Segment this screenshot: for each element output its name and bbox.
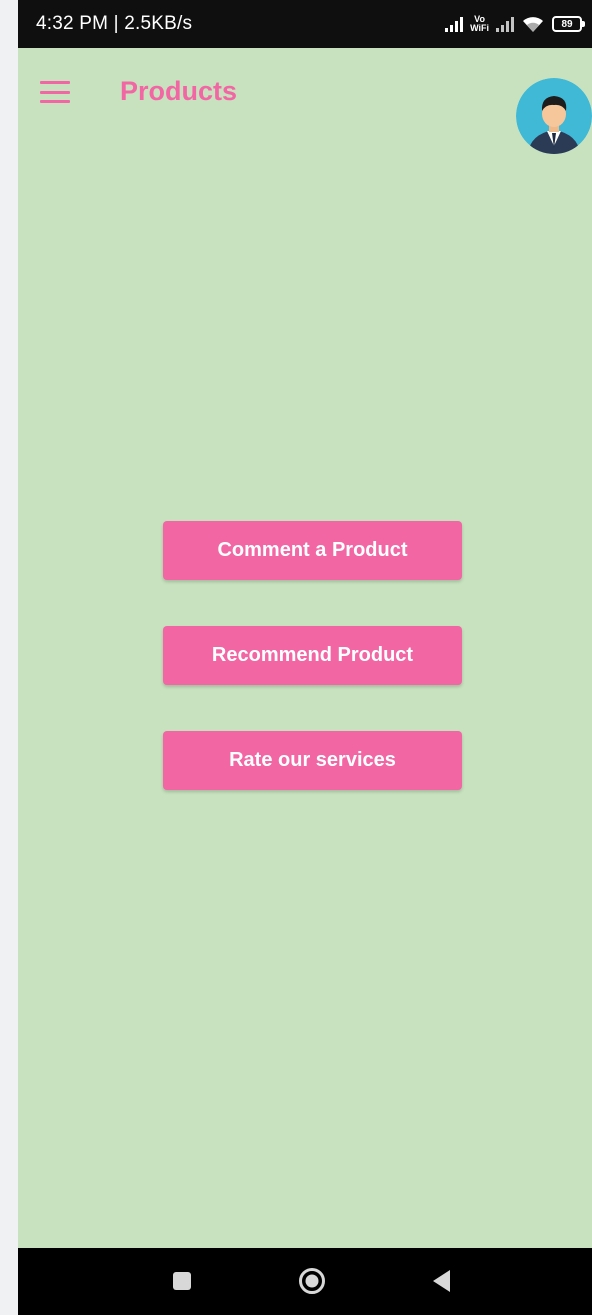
status-bar: 4:32 PM | 2.5KB/s Vo WiFi 89 [18,0,592,48]
navigation-bar [18,1248,592,1315]
signal-no-sim-icon [496,16,514,32]
action-buttons: Comment a Product Recommend Product Rate… [163,521,462,836]
app-bar: Products [18,48,592,154]
user-avatar-icon[interactable] [516,78,592,154]
vowifi-icon: Vo WiFi [470,15,489,33]
status-icons: Vo WiFi 89 [445,12,585,36]
hamburger-menu-icon[interactable] [40,81,70,103]
wifi-icon [523,17,543,32]
phone-screen: 4:32 PM | 2.5KB/s Vo WiFi 89 Products Co… [18,0,592,1315]
rate-services-button[interactable]: Rate our services [163,731,462,790]
comment-product-button[interactable]: Comment a Product [163,521,462,580]
back-triangle-icon[interactable] [430,1268,454,1294]
signal-icon [445,16,464,32]
vowifi-bottom-label: WiFi [470,23,489,33]
battery-level: 89 [561,18,573,30]
recommend-product-button[interactable]: Recommend Product [163,626,462,685]
recents-square-icon[interactable] [173,1272,191,1290]
home-circle-icon[interactable] [298,1267,326,1295]
battery-icon: 89 [552,16,585,32]
status-time: 4:32 PM | 2.5KB/s [36,13,193,34]
page-title: Products [120,76,238,106]
